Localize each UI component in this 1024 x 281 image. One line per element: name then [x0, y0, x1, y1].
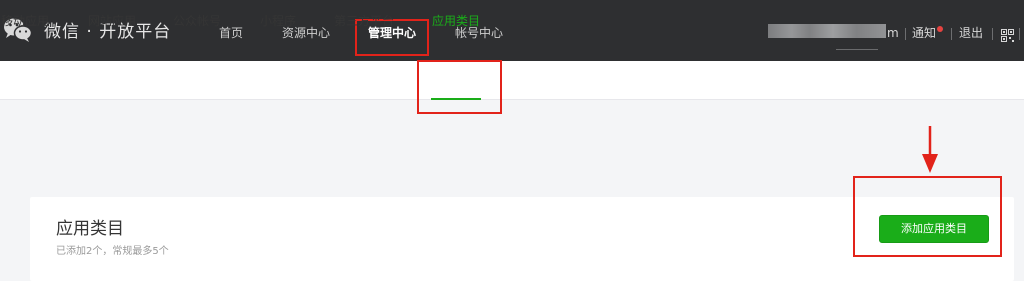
- user-account-underline: [836, 49, 878, 50]
- add-app-category-button[interactable]: 添加应用类目: [879, 215, 989, 243]
- subnav-mini-program[interactable]: 小程序: [260, 13, 296, 29]
- app-category-card: [30, 197, 1014, 281]
- notice-link[interactable]: 通知: [912, 25, 936, 41]
- logout-link[interactable]: 退出: [959, 25, 983, 41]
- header-divider: [992, 28, 993, 40]
- notice-badge-dot: [937, 26, 943, 32]
- subnav-app-category[interactable]: 应用类目: [432, 13, 480, 29]
- subnav-third-party-platform[interactable]: 第三方平台: [334, 13, 394, 29]
- header-divider: [1019, 28, 1020, 40]
- annotation-arrow-down-icon: [922, 126, 938, 173]
- subnav-website-app[interactable]: 网站应用: [88, 13, 136, 29]
- sub-navigation: [0, 61, 1024, 100]
- nav-home[interactable]: 首页: [219, 24, 243, 42]
- user-account-suffix[interactable]: m: [887, 25, 899, 41]
- qr-code-icon[interactable]: [1001, 27, 1014, 42]
- subnav-official-account[interactable]: 公众帐号: [173, 13, 221, 29]
- subnav-mobile-app[interactable]: 移动应用: [1, 13, 49, 29]
- card-subtitle: 已添加2个，常规最多5个: [56, 246, 169, 257]
- card-title: 应用类目: [56, 219, 124, 239]
- subnav-active-underline: [431, 98, 481, 100]
- header-divider: [905, 28, 906, 40]
- user-account-blurred[interactable]: [768, 24, 886, 38]
- header-divider: [951, 28, 952, 40]
